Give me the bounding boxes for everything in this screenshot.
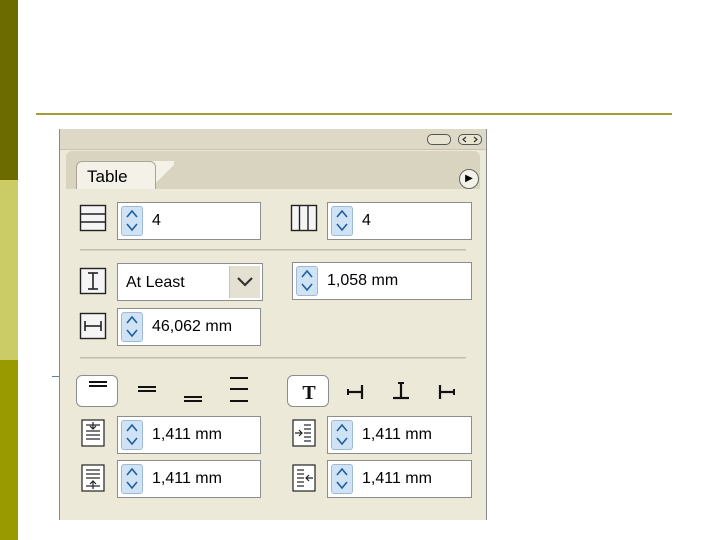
- column-width-value: 46,062 mm: [152, 318, 233, 335]
- spin-down-icon[interactable]: [126, 328, 138, 338]
- top-inset-icon: [81, 419, 105, 447]
- justify-vertical-icon: [230, 377, 248, 402]
- bottom-inset-stepper[interactable]: [121, 464, 143, 494]
- minimize-panel-button[interactable]: [427, 134, 451, 145]
- row-height-icon: [79, 266, 107, 296]
- panel-titlebar[interactable]: [60, 129, 486, 150]
- rotate-180-button[interactable]: [380, 375, 422, 407]
- align-bottom-button[interactable]: [172, 375, 214, 407]
- section-divider: [80, 357, 466, 359]
- right-inset-icon: [292, 464, 316, 492]
- left-inset-stepper[interactable]: [331, 420, 353, 450]
- spin-up-icon[interactable]: [336, 467, 348, 477]
- row-height-mode-value: At Least: [126, 274, 185, 291]
- flyout-menu-icon: ▶: [465, 173, 473, 184]
- top-inset-stepper[interactable]: [121, 420, 143, 450]
- spin-down-icon[interactable]: [126, 480, 138, 490]
- row-height-stepper[interactable]: [296, 266, 318, 296]
- slide-title-rule: [36, 113, 672, 115]
- section-divider: [80, 249, 466, 251]
- spin-down-icon[interactable]: [301, 282, 313, 292]
- slide-accent-bar-olive: [0, 360, 18, 540]
- spin-down-icon[interactable]: [336, 436, 348, 446]
- spin-up-icon[interactable]: [126, 209, 138, 219]
- column-width-stepper[interactable]: [121, 312, 143, 342]
- rotate-270-button[interactable]: [426, 375, 468, 407]
- collapse-panel-button[interactable]: [458, 134, 482, 145]
- bottom-inset-icon: [81, 464, 105, 492]
- panel-menu-button[interactable]: ▶: [459, 169, 479, 189]
- spin-up-icon[interactable]: [336, 209, 348, 219]
- left-inset-icon: [292, 419, 316, 447]
- justify-vertical-button[interactable]: [218, 375, 260, 407]
- align-top-icon: [89, 381, 107, 387]
- body-rows-value: 4: [152, 212, 161, 229]
- slide-accent-bar-dark: [0, 0, 18, 180]
- spin-down-icon[interactable]: [126, 436, 138, 446]
- body-rows-stepper[interactable]: [121, 206, 143, 236]
- align-top-button[interactable]: [76, 375, 118, 407]
- tab-table[interactable]: Table: [76, 161, 156, 190]
- left-inset-field[interactable]: 1,411 mm: [327, 416, 472, 454]
- double-arrow-icon: [462, 136, 478, 143]
- text-rotate-180-icon: [393, 382, 409, 400]
- chevron-down-icon: [237, 277, 253, 287]
- dropdown-arrow[interactable]: [229, 266, 260, 298]
- row-height-field[interactable]: 1,058 mm: [292, 262, 472, 300]
- spin-up-icon[interactable]: [126, 467, 138, 477]
- spin-down-icon[interactable]: [336, 480, 348, 490]
- column-width-field[interactable]: 46,062 mm: [117, 308, 261, 346]
- rotate-90-button[interactable]: [334, 375, 376, 407]
- svg-text:T: T: [302, 382, 316, 404]
- columns-stepper[interactable]: [331, 206, 353, 236]
- text-rotate-0-icon: T: [302, 382, 316, 404]
- rotate-0-button[interactable]: T: [287, 375, 329, 407]
- row-height-value: 1,058 mm: [327, 272, 399, 289]
- body-rows-field[interactable]: 4: [117, 202, 261, 240]
- spin-up-icon[interactable]: [126, 315, 138, 325]
- spin-up-icon[interactable]: [336, 423, 348, 433]
- align-center-icon: [138, 386, 156, 392]
- columns-value: 4: [362, 212, 371, 229]
- table-panel: Table ▶ 4 4 At Least 1,058 mm 46,062 mm …: [59, 129, 487, 520]
- text-rotate-270-icon: [438, 385, 455, 399]
- row-height-mode-select[interactable]: At Least: [117, 263, 263, 301]
- columns-icon: [290, 203, 318, 233]
- right-inset-stepper[interactable]: [331, 464, 353, 494]
- spin-up-icon[interactable]: [301, 269, 313, 279]
- spin-down-icon[interactable]: [336, 222, 348, 232]
- column-width-icon: [79, 311, 107, 341]
- body-rows-icon: [79, 203, 107, 233]
- right-inset-field[interactable]: 1,411 mm: [327, 460, 472, 498]
- left-inset-value: 1,411 mm: [362, 426, 432, 443]
- bottom-inset-value: 1,411 mm: [152, 470, 222, 487]
- top-inset-field[interactable]: 1,411 mm: [117, 416, 261, 454]
- align-center-button[interactable]: [126, 375, 168, 407]
- right-inset-value: 1,411 mm: [362, 470, 432, 487]
- columns-field[interactable]: 4: [327, 202, 472, 240]
- spin-down-icon[interactable]: [126, 222, 138, 232]
- slide-accent-bar-light: [0, 180, 18, 360]
- bottom-inset-field[interactable]: 1,411 mm: [117, 460, 261, 498]
- align-bottom-icon: [184, 396, 202, 402]
- spin-up-icon[interactable]: [126, 423, 138, 433]
- panel-content: 4 4 At Least 1,058 mm 46,062 mm T 1,411 …: [66, 189, 480, 520]
- top-inset-value: 1,411 mm: [152, 426, 222, 443]
- text-rotate-90-icon: [347, 385, 364, 399]
